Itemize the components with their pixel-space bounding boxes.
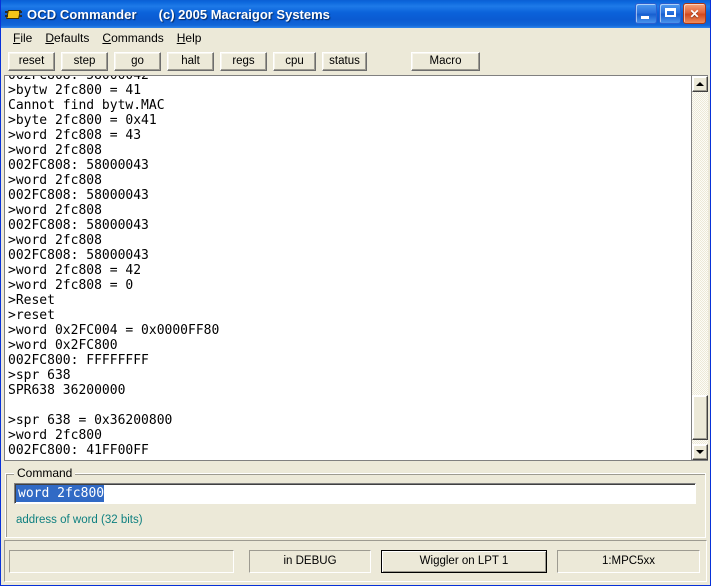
console-vertical-scrollbar[interactable] [691, 76, 708, 460]
console-line: >bytw 2fc800 = 41 [8, 83, 142, 98]
title-bar: OCD Commander (c) 2005 Macraigor Systems… [1, 0, 710, 28]
command-group-label: Command [14, 466, 76, 480]
status-bar: in DEBUG Wiggler on LPT 1 1:MPC5xx [4, 540, 707, 582]
halt-button[interactable]: halt [167, 51, 214, 71]
console-line: >spr 638 = 0x36200800 [8, 413, 173, 428]
macro-button[interactable]: Macro [411, 51, 480, 71]
console-line: >Reset [8, 293, 55, 308]
command-group: Command word 2fc800 address of word (32 … [5, 466, 706, 538]
menu-item-commands-rest: ommands [111, 31, 164, 45]
console-line: >spr 638 [8, 368, 71, 383]
menu-item-help-rest: elp [185, 31, 202, 45]
close-button[interactable]: ✕ [683, 3, 706, 24]
console-line: >byte 2fc800 = 0x41 [8, 113, 157, 128]
console-output-panel: 002FC808: 58000042>bytw 2fc800 = 41Canno… [4, 75, 708, 461]
menu-bar: File Defaults Commands Help [1, 28, 710, 48]
scroll-up-icon[interactable] [692, 76, 708, 92]
status-panel-message [9, 549, 234, 573]
menu-item-file-rest: ile [20, 31, 33, 45]
window-title: OCD Commander [27, 6, 137, 22]
console-line: 002FC808: 58000043 [8, 158, 149, 173]
status-button[interactable]: status [322, 51, 367, 71]
chip-icon [5, 6, 22, 23]
command-input[interactable]: word 2fc800 [14, 483, 696, 504]
scrollbar-thumb[interactable] [692, 394, 708, 441]
window-controls: ✕ [635, 3, 706, 24]
console-line: >word 2fc808 = 0 [8, 278, 134, 293]
scroll-down-icon[interactable] [692, 444, 708, 460]
console-line: 002FC808: 58000043 [8, 188, 149, 203]
console-line: 002FC800: FFFFFFFF [8, 353, 149, 368]
console-line: SPR638 36200000 [8, 383, 126, 398]
console-line: >word 2fc808 [8, 233, 102, 248]
console-line-list: 002FC808: 58000042>bytw 2fc800 = 41Canno… [8, 76, 219, 458]
cpu-button[interactable]: cpu [273, 51, 316, 71]
application-window: OCD Commander (c) 2005 Macraigor Systems… [0, 0, 711, 586]
command-input-value: word 2fc800 [16, 485, 105, 502]
reset-button[interactable]: reset [8, 51, 55, 71]
console-line: >word 2fc808 [8, 173, 102, 188]
menu-item-file[interactable]: File [7, 29, 39, 47]
menu-item-help[interactable]: Help [171, 29, 209, 47]
status-panel-mode: in DEBUG [249, 549, 371, 573]
console-line: >word 2fc808 = 43 [8, 128, 142, 143]
console-line: 002FC808: 58000043 [8, 248, 149, 263]
go-button[interactable]: go [114, 51, 161, 71]
console-line: >word 2fc808 = 42 [8, 263, 142, 278]
menu-item-defaults-rest: efaults [54, 31, 90, 45]
toolbar: reset step go halt regs cpu status Macro [1, 48, 710, 74]
maximize-button[interactable] [659, 3, 681, 24]
status-panel-probe[interactable]: Wiggler on LPT 1 [381, 549, 547, 573]
console-line: 002FC808: 58000043 [8, 218, 149, 233]
status-panel-target: 1:MPC5xx [557, 549, 700, 573]
console-line: Cannot find bytw.MAC [8, 98, 165, 113]
console-line: 002FC808: 58000042 [8, 76, 219, 83]
console-line: >word 2fc808 [8, 203, 102, 218]
menu-item-commands[interactable]: Commands [96, 29, 170, 47]
scrollbar-track[interactable] [692, 92, 708, 444]
window-copyright: (c) 2005 Macraigor Systems [158, 6, 330, 22]
console-line: >word 0x2FC800 [8, 338, 118, 353]
step-button[interactable]: step [61, 51, 108, 71]
menu-item-defaults[interactable]: Defaults [39, 29, 96, 47]
console-output[interactable]: 002FC808: 58000042>bytw 2fc800 = 41Canno… [5, 76, 691, 460]
regs-button[interactable]: regs [220, 51, 267, 71]
console-line: >word 2fc800 [8, 428, 102, 443]
minimize-button[interactable] [635, 3, 657, 24]
console-line: >reset [8, 308, 55, 323]
console-line: 002FC800: 41FF00FF [8, 443, 149, 458]
console-line: >word 0x2FC004 = 0x0000FF80 [8, 323, 220, 338]
command-hint-text: address of word (32 bits) [16, 514, 143, 526]
console-line: >word 2fc808 [8, 143, 102, 158]
